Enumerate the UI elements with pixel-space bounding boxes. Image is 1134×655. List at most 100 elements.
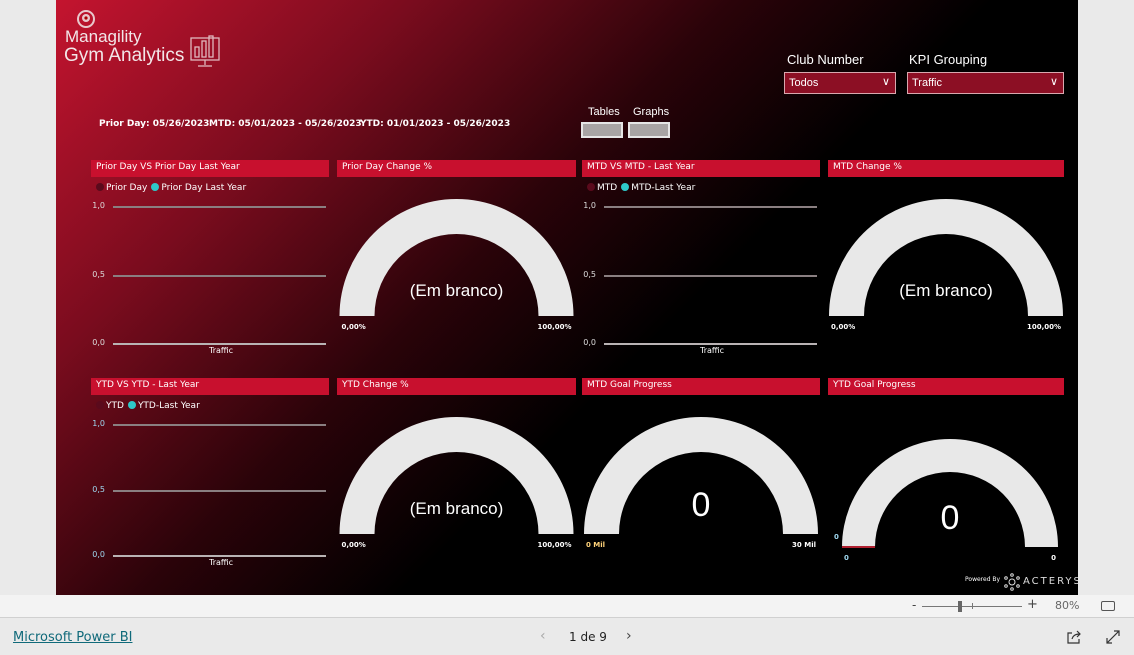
panel-p2: Prior Day Change % (Em branco) 0,00% 100,00… — [337, 160, 576, 360]
kpi-grouping-label: KPI Grouping — [909, 52, 988, 67]
chart-legend: Prior Day Prior Day Last Year — [96, 183, 246, 193]
legend-dot-icon — [127, 401, 136, 409]
mtd-date-range: MTD: 05/01/2023 - 05/26/2023 — [209, 119, 362, 129]
fit-to-page-icon[interactable] — [1101, 601, 1115, 611]
gridline — [113, 489, 326, 492]
zoom-slider-handle[interactable] — [958, 601, 962, 612]
footer: Microsoft Power BI ‹ 1 de 9 › — [0, 619, 1134, 655]
legend-item: MTD-Last Year — [631, 183, 696, 193]
x-axis-label: Traffic — [700, 346, 725, 355]
zoom-bar: - + 80% — [0, 595, 1134, 618]
prior-day-date: Prior Day: 05/26/2023 — [99, 119, 210, 129]
panel-p3: MTD VS MTD - Last Year MTD MTD-Last Year 1,… — [582, 160, 820, 360]
y-tick-label: 0,0 — [583, 338, 596, 347]
gauge-max-label: 30 Mil — [792, 541, 816, 549]
zoom-in-button[interactable]: + — [1027, 597, 1038, 612]
tables-button[interactable] — [581, 122, 623, 138]
kpi-grouping-value: Traffic — [912, 77, 942, 89]
x-axis-label: Traffic — [209, 558, 234, 567]
legend-dot-icon — [587, 183, 595, 191]
gridline — [113, 206, 326, 208]
club-number-value: Todos — [789, 77, 819, 89]
gridline — [113, 555, 326, 557]
gauge-max-label: 100,00% — [1026, 323, 1061, 331]
gauge-center-value: (Em branco) — [409, 281, 504, 300]
legend-item: MTD — [597, 183, 618, 193]
y-tick-label: 1,0 — [583, 201, 596, 210]
gauge-min-label: 0 — [844, 554, 849, 562]
club-number-label: Club Number — [787, 52, 864, 67]
panel-p5: YTD VS YTD - Last Year YTD YTD-Last Year 1,… — [91, 378, 329, 578]
graphs-label: Graphs — [633, 106, 670, 118]
share-icon[interactable] — [1067, 630, 1081, 644]
y-tick-label: 0,0 — [92, 550, 105, 559]
legend-dot-icon — [96, 183, 104, 191]
gridline — [604, 206, 817, 208]
gauge-center-value: (Em branco) — [409, 499, 504, 518]
y-tick-label: 0,0 — [92, 338, 105, 347]
club-number-dropdown[interactable]: Todos ∨ — [784, 72, 896, 94]
gridline — [604, 274, 817, 277]
y-tick-label: 1,0 — [92, 201, 105, 210]
y-tick-label: 0,5 — [92, 269, 105, 279]
chart-legend: MTD MTD-Last Year — [587, 183, 695, 193]
acterys-logo-icon — [1004, 573, 1020, 591]
x-axis-label: Traffic — [209, 346, 234, 355]
legend-item: Prior Day — [106, 183, 148, 193]
brand-line1: Managility — [65, 27, 142, 46]
panel-title: MTD VS MTD - Last Year — [582, 160, 820, 177]
previous-page-icon[interactable]: ‹ — [540, 628, 546, 644]
y-tick-label: 1,0 — [92, 419, 105, 428]
report-canvas: Managility Gym Analytics Prior Day: 05/2… — [56, 0, 1078, 595]
ytd-date-range: YTD: 01/01/2023 - 05/26/2023 — [360, 119, 511, 129]
gridline — [113, 343, 326, 345]
panel-title: YTD VS YTD - Last Year — [91, 378, 329, 395]
chevron-down-icon: ∨ — [1049, 76, 1058, 88]
panel-p4: MTD Change % (Em branco) 0,00% 100,00% — [828, 160, 1064, 360]
panel-p6: YTD Change % (Em branco) 0,00% 100,00% — [337, 378, 576, 578]
gridline — [113, 274, 326, 277]
panel-title: Prior Day VS Prior Day Last Year — [91, 160, 329, 177]
gridline — [113, 424, 326, 426]
gauge-center-value: 0 — [691, 486, 711, 524]
y-tick-label: 0,5 — [583, 269, 596, 279]
analytics-monitor-icon — [190, 35, 220, 67]
gauge-min-label: 0,00% — [831, 323, 856, 331]
power-bi-link[interactable]: Microsoft Power BI — [13, 630, 132, 645]
zoom-level: 80% — [1055, 599, 1080, 612]
y-tick-label: 0,5 — [92, 484, 105, 494]
panel-p8: YTD Goal Progress 0 0 0 0 — [828, 378, 1064, 578]
gauge-min-label: 0,00% — [341, 541, 366, 549]
panel-p7: MTD Goal Progress 0 0 Mil 30 Mil — [582, 378, 820, 578]
legend-item: YTD-Last Year — [137, 401, 200, 411]
gauge-chart — [584, 417, 818, 534]
legend-dot-icon — [96, 401, 104, 409]
gauge-min-label: 0,00% — [341, 323, 366, 331]
gridline — [604, 343, 817, 345]
graphs-button[interactable] — [628, 122, 670, 138]
gauge-min-label: 0 Mil — [586, 541, 606, 549]
gauge-target-label: 0 — [834, 533, 839, 541]
acterys-brand: ACTERYS — [1023, 576, 1078, 587]
page-indicator: 1 de 9 — [569, 630, 607, 644]
legend-dot-icon — [151, 183, 160, 191]
gauge-center-value: (Em branco) — [899, 281, 993, 300]
chart-legend: YTD YTD-Last Year — [96, 401, 200, 411]
gauge-center-value: 0 — [940, 499, 960, 537]
legend-dot-icon — [621, 183, 630, 191]
legend-item: YTD — [106, 401, 124, 411]
next-page-icon[interactable]: › — [626, 628, 632, 644]
brand-line2: Gym Analytics — [64, 45, 185, 66]
zoom-out-button[interactable]: - — [912, 598, 916, 612]
chevron-down-icon: ∨ — [881, 76, 890, 88]
gauge-max-label: 0 — [1051, 554, 1056, 562]
fullscreen-icon[interactable] — [1106, 630, 1120, 644]
gauge-max-label: 100,00% — [537, 323, 572, 331]
gauge-chart — [842, 439, 1058, 548]
legend-item: Prior Day Last Year — [161, 183, 247, 193]
powered-by-label: Powered By — [965, 576, 1001, 583]
gauge-max-label: 100,00% — [537, 541, 572, 549]
tables-label: Tables — [588, 106, 620, 118]
kpi-grouping-dropdown[interactable]: Traffic ∨ — [907, 72, 1064, 94]
panel-p1: Prior Day VS Prior Day Last Year Prior Da… — [91, 160, 329, 360]
